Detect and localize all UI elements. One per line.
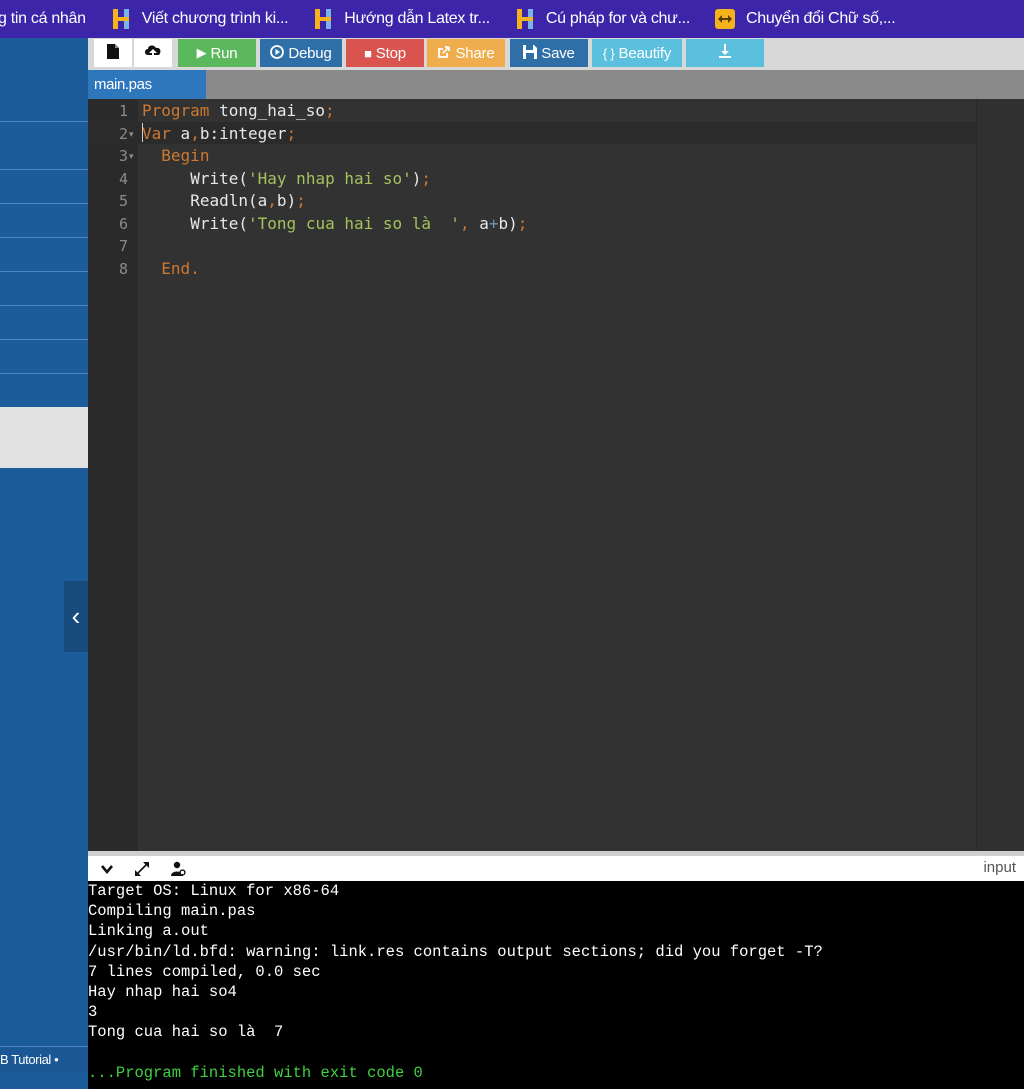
- run-label: Run: [210, 44, 238, 62]
- editor-toolbar: ▶ Run Debug ■ Stop Share Save { } Beauti…: [88, 38, 1024, 70]
- sidebar-panel: [0, 407, 88, 468]
- beautify-label: Beautify: [618, 44, 672, 62]
- expand-icon[interactable]: [134, 861, 150, 882]
- stop-button[interactable]: ■ Stop: [346, 39, 424, 67]
- chevron-down-icon[interactable]: [100, 861, 114, 881]
- download-icon: [717, 43, 733, 63]
- save-button[interactable]: Save: [510, 39, 588, 67]
- line-number: 7: [118, 237, 128, 255]
- convert-icon: [714, 7, 736, 31]
- bookmark-cu-phap-for[interactable]: Cú pháp for và chư...: [514, 0, 714, 38]
- output-console[interactable]: Target OS: Linux for x86-64 Compiling ma…: [88, 881, 1024, 1089]
- fold-arrow-icon[interactable]: ▾: [129, 145, 134, 168]
- code-line[interactable]: Begin: [142, 145, 209, 168]
- bookmark-label: Hướng dẫn Latex tr...: [344, 10, 490, 27]
- debug-icon: [270, 44, 285, 62]
- bookmark-personal-info[interactable]: g tin cá nhân: [0, 0, 110, 38]
- share-icon: [437, 45, 451, 62]
- code-line[interactable]: End.: [142, 258, 200, 281]
- h-logo-icon: [110, 7, 132, 31]
- sidebar-row[interactable]: [0, 121, 88, 169]
- stop-icon: ■: [364, 45, 372, 61]
- left-sidebar: ‹ B Tutorial •: [0, 38, 88, 1089]
- editor-scrollbar[interactable]: [976, 99, 1024, 851]
- console-line: Linking a.out: [88, 922, 209, 941]
- sidebar-footer-link[interactable]: B Tutorial •: [0, 1046, 88, 1072]
- console-line: Tong cua hai so là 7: [88, 1023, 284, 1042]
- console-line: Target OS: Linux for x86-64: [88, 882, 340, 900]
- tab-main-pas[interactable]: main.pas: [88, 70, 206, 99]
- code-line[interactable]: Readln(a,b);: [142, 190, 306, 213]
- input-toggle[interactable]: input: [983, 859, 1016, 876]
- console-line: Compiling main.pas: [88, 902, 256, 921]
- text-cursor: [142, 123, 143, 142]
- debug-label: Debug: [288, 44, 332, 62]
- bookmark-label: Viết chương trình ki...: [141, 10, 289, 27]
- code-line[interactable]: Var a,b:integer;: [142, 123, 296, 146]
- bookmark-chuyen-doi-chu-so[interactable]: Chuyển đổi Chữ số,...: [714, 0, 919, 38]
- sidebar-row[interactable]: [0, 169, 88, 203]
- sidebar-row[interactable]: [0, 271, 88, 305]
- code-editor[interactable]: 1 2 3 4 5 6 7 8 ▾ ▾ Program tong_hai_so;…: [88, 99, 1024, 851]
- line-number: 2: [118, 124, 128, 143]
- bookmark-viet-chuong-trinh[interactable]: Viết chương trình ki...: [110, 0, 313, 38]
- bookmark-label: g tin cá nhân: [0, 10, 86, 27]
- debug-button[interactable]: Debug: [260, 39, 342, 67]
- console-line: Hay nhap hai so4: [88, 983, 237, 1001]
- line-number: 1: [118, 102, 128, 120]
- upload-button[interactable]: [134, 39, 172, 67]
- console-line: /usr/bin/ld.bfd: warning: link.res conta…: [88, 942, 823, 961]
- beautify-button[interactable]: { } Beautify: [592, 39, 682, 67]
- sidebar-footer-label: B Tutorial •: [0, 1052, 59, 1067]
- new-file-button[interactable]: [94, 39, 132, 67]
- line-number: 4: [118, 169, 128, 188]
- bookmark-huong-dan-latex[interactable]: Hướng dẫn Latex tr...: [312, 0, 514, 38]
- share-button[interactable]: Share: [427, 39, 505, 67]
- file-tab-bar: main.pas: [88, 70, 1024, 99]
- code-line[interactable]: Program tong_hai_so;: [142, 100, 335, 123]
- new-file-icon: [107, 43, 119, 63]
- code-line[interactable]: Write('Tong cua hai so là ', a+b);: [142, 213, 527, 236]
- sidebar-row[interactable]: [0, 305, 88, 339]
- line-number: 6: [118, 214, 128, 233]
- braces-icon: { }: [602, 45, 615, 61]
- tab-label: main.pas: [94, 76, 152, 93]
- user-settings-icon[interactable]: [170, 861, 186, 882]
- play-icon: ▶: [196, 45, 207, 60]
- bookmark-label: Chuyển đổi Chữ số,...: [745, 10, 896, 27]
- line-number: 5: [118, 192, 128, 210]
- download-button[interactable]: [686, 39, 764, 67]
- sidebar-row[interactable]: [0, 237, 88, 271]
- bookmark-label: Cú pháp for và chư...: [545, 10, 690, 27]
- save-label: Save: [541, 44, 575, 62]
- console-exit-line: ...Program finished with exit code 0: [88, 1063, 423, 1082]
- fold-arrow-icon[interactable]: ▾: [129, 123, 134, 146]
- share-label: Share: [455, 44, 495, 62]
- sidebar-row[interactable]: [0, 373, 88, 407]
- upload-icon: [144, 43, 162, 63]
- output-toolbar: input: [88, 851, 1024, 881]
- collapse-sidebar-button[interactable]: ‹: [64, 581, 88, 652]
- console-line: 7 lines compiled, 0.0 sec: [88, 962, 321, 981]
- console-line: 3: [88, 1003, 98, 1022]
- h-logo-icon: [514, 7, 536, 31]
- line-number: 8: [118, 259, 128, 278]
- run-button[interactable]: ▶ Run: [178, 39, 256, 67]
- floppy-icon: [523, 44, 538, 62]
- chevron-left-icon: ‹: [71, 601, 81, 631]
- bookmarks-bar: g tin cá nhân Viết chương trình ki... Hư…: [0, 0, 1024, 38]
- code-line[interactable]: Write('Hay nhap hai so');: [142, 168, 431, 191]
- line-number: 3: [118, 147, 128, 165]
- stop-label: Stop: [375, 44, 406, 62]
- sidebar-row[interactable]: [0, 339, 88, 373]
- h-logo-icon: [312, 7, 334, 31]
- sidebar-row[interactable]: [0, 203, 88, 237]
